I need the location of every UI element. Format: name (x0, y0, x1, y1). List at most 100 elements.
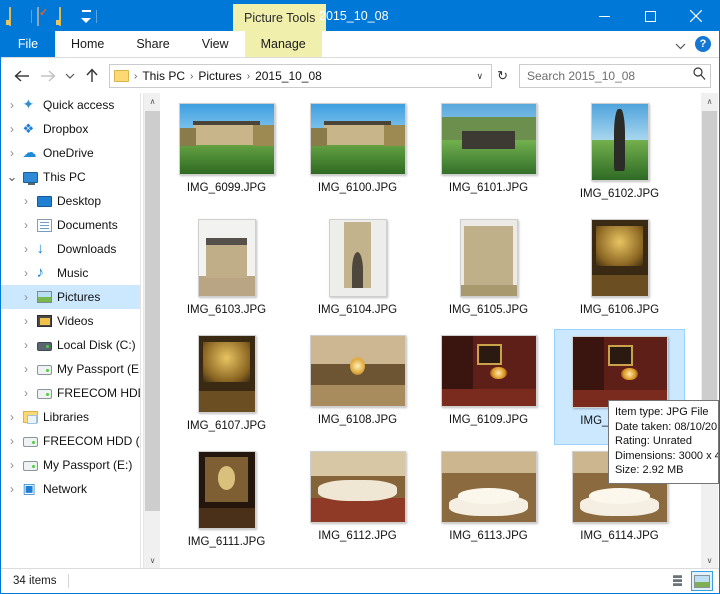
navigation-pane-scrollbar[interactable]: ∧ ∨ (143, 93, 160, 569)
large-icons-view-button[interactable] (691, 571, 713, 591)
scroll-down-icon-pane[interactable]: ∨ (701, 552, 718, 569)
close-button[interactable] (673, 1, 719, 31)
sidebar-item-network[interactable]: › ▣ Network (1, 477, 140, 501)
file-tile[interactable]: IMG_6101.JPG (423, 97, 554, 213)
file-tile[interactable]: IMG_6102.JPG (554, 97, 685, 213)
chevron-right-icon[interactable]: › (17, 218, 35, 232)
chevron-right-icon[interactable]: › (3, 146, 21, 160)
chevron-right-icon[interactable]: › (3, 482, 21, 496)
sidebar-item-onedrive[interactable]: › ☁ OneDrive (1, 141, 140, 165)
sidebar-item-desktop[interactable]: › Desktop (1, 189, 140, 213)
sidebar-item-quick-access[interactable]: › ✦ Quick access (1, 93, 140, 117)
chevron-down-icon[interactable]: ⌄ (3, 170, 21, 183)
chevron-right-icon[interactable]: › (17, 386, 35, 400)
file-tile[interactable]: IMG_6100.JPG (292, 97, 423, 213)
properties-icon[interactable] (37, 6, 54, 26)
file-tile[interactable]: IMG_6099.JPG (161, 97, 292, 213)
navigation-pane[interactable]: › ✦ Quick access › ❖ Dropbox › ☁ OneDrive ⌄ This P… (1, 93, 141, 569)
refresh-icon[interactable]: ↻ (492, 68, 513, 84)
breadcrumb-item-pictures[interactable]: Pictures (195, 69, 244, 83)
chevron-right-icon[interactable]: › (17, 242, 35, 256)
folder-icon[interactable] (9, 6, 26, 26)
file-thumbnail[interactable] (590, 219, 649, 297)
minimize-button[interactable] (581, 1, 627, 31)
sidebar-item-pictures[interactable]: › Pictures (1, 285, 140, 309)
recent-locations-button[interactable] (61, 63, 79, 89)
file-tile[interactable]: IMG_6107.JPG (161, 329, 292, 445)
tab-view[interactable]: View (185, 31, 245, 57)
sidebar-item-music[interactable]: › ♪ Music (1, 261, 140, 285)
scroll-up-icon[interactable]: ∧ (144, 93, 161, 110)
sidebar-item-downloads[interactable]: › ↓ Downloads (1, 237, 140, 261)
sidebar-item-freecom-hdd[interactable]: › FREECOM HDD ( (1, 381, 140, 405)
maximize-button[interactable] (627, 1, 673, 31)
scrollbar-thumb[interactable] (145, 111, 160, 511)
file-thumbnail[interactable] (440, 335, 537, 407)
file-thumbnail[interactable] (571, 336, 668, 408)
file-tile[interactable]: IMG_6104.JPG (292, 213, 423, 329)
file-tile[interactable]: IMG_6112.JPG (292, 445, 423, 561)
picture-tools-tab-group[interactable]: Picture Tools (233, 4, 327, 31)
file-thumbnail[interactable] (178, 103, 275, 175)
up-button[interactable] (79, 63, 105, 89)
file-thumbnail[interactable] (197, 451, 256, 529)
tab-home[interactable]: Home (55, 31, 121, 57)
sidebar-item-this-pc[interactable]: ⌄ This PC (1, 165, 140, 189)
file-thumbnail[interactable] (309, 335, 406, 407)
sidebar-item-local-disk-c[interactable]: › Local Disk (C:) (1, 333, 140, 357)
chevron-right-icon[interactable]: › (17, 362, 35, 376)
sidebar-item-freecom-hdd-f[interactable]: › FREECOM HDD (F (1, 429, 140, 453)
chevron-right-icon[interactable]: › (3, 458, 21, 472)
file-thumbnail[interactable] (590, 103, 649, 181)
scroll-up-icon-pane[interactable]: ∧ (701, 93, 718, 110)
tab-manage[interactable]: Manage (244, 31, 322, 57)
breadcrumb-separator-0[interactable]: › (132, 71, 139, 82)
chevron-right-icon[interactable]: › (3, 410, 21, 424)
sidebar-item-dropbox[interactable]: › ❖ Dropbox (1, 117, 140, 141)
search-input[interactable]: Search 2015_10_08 (519, 64, 711, 88)
tab-share[interactable]: Share (120, 31, 186, 57)
sidebar-item-videos[interactable]: › Videos (1, 309, 140, 333)
file-thumbnail[interactable] (197, 335, 256, 413)
file-tile[interactable]: IMG_6103.JPG (161, 213, 292, 329)
customize-dropdown-icon[interactable] (81, 9, 91, 23)
chevron-right-icon[interactable]: › (17, 338, 35, 352)
file-thumbnail[interactable] (440, 451, 537, 523)
file-tile[interactable]: IMG_6109.JPG (423, 329, 554, 445)
breadcrumb-separator-1[interactable]: › (188, 71, 195, 82)
chevron-down-icon[interactable] (675, 39, 686, 50)
scroll-down-icon[interactable]: ∨ (144, 552, 161, 569)
file-thumbnail[interactable] (440, 103, 537, 175)
file-thumbnail[interactable] (309, 103, 406, 175)
file-pane-scrollbar[interactable]: ∧ ∨ (701, 93, 718, 569)
breadcrumb[interactable]: › This PC › Pictures › 2015_10_08 ∨ (109, 64, 493, 88)
chevron-down-icon-address[interactable]: ∨ (471, 71, 490, 82)
chevron-right-icon[interactable]: › (17, 194, 35, 208)
sidebar-item-my-passport-e[interactable]: › My Passport (E:) (1, 357, 140, 381)
file-tile[interactable]: IMG_6111.JPG (161, 445, 292, 561)
help-icon[interactable]: ? (695, 36, 711, 52)
back-button[interactable] (9, 63, 35, 89)
file-list-pane[interactable]: IMG_6099.JPG IMG_6100.JPG IMG_6101.JPG IMG_… (161, 93, 699, 569)
file-thumbnail[interactable] (197, 219, 256, 297)
file-thumbnail[interactable] (328, 219, 387, 297)
file-thumbnail[interactable] (309, 451, 406, 523)
file-tile[interactable]: IMG_6113.JPG (423, 445, 554, 561)
file-tile[interactable]: IMG_6108.JPG (292, 329, 423, 445)
breadcrumb-item-current[interactable]: 2015_10_08 (252, 69, 325, 83)
chevron-right-icon[interactable]: › (17, 266, 35, 280)
chevron-right-icon[interactable]: › (3, 434, 21, 448)
forward-button[interactable] (35, 63, 61, 89)
file-tile[interactable]: IMG_6105.JPG (423, 213, 554, 329)
tab-file[interactable]: File (1, 31, 55, 57)
details-view-button[interactable] (664, 571, 686, 591)
chevron-right-icon[interactable]: › (3, 98, 21, 112)
breadcrumb-item-this-pc[interactable]: This PC (139, 69, 188, 83)
sidebar-item-documents[interactable]: › Documents (1, 213, 140, 237)
scrollbar-thumb-pane[interactable] (702, 111, 717, 411)
file-tile[interactable]: IMG_6106.JPG (554, 213, 685, 329)
new-folder-icon[interactable] (59, 6, 76, 26)
file-thumbnail[interactable] (459, 219, 518, 297)
chevron-right-icon[interactable]: › (3, 122, 21, 136)
sidebar-item-libraries[interactable]: › Libraries (1, 405, 140, 429)
